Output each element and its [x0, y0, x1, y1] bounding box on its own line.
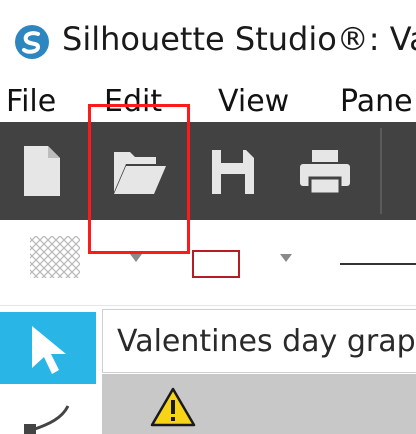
menu-panels[interactable]: Pane — [340, 84, 413, 119]
printer-icon — [300, 150, 350, 196]
edit-points-icon[interactable] — [10, 398, 80, 434]
floppy-disk-icon — [212, 150, 254, 194]
crosshatch-pattern-icon[interactable] — [24, 232, 86, 282]
line-color-dropdown-icon[interactable] — [280, 254, 292, 262]
warning-triangle-icon — [150, 387, 196, 427]
main-toolbar — [0, 122, 416, 220]
folder-open-icon — [114, 152, 166, 194]
print-button[interactable] — [292, 136, 356, 206]
silhouette-s-logo-icon — [15, 25, 49, 59]
save-button[interactable] — [200, 136, 264, 206]
file-icon — [24, 146, 60, 196]
select-tool-button[interactable] — [0, 312, 96, 384]
line-style-preview[interactable] — [340, 263, 416, 265]
document-tab-label: Valentines day grap — [117, 324, 416, 359]
open-folder-button[interactable] — [104, 136, 168, 206]
menu-view[interactable]: View — [218, 84, 289, 119]
tool-column — [0, 306, 96, 434]
fill-pattern-dropdown-icon[interactable] — [130, 254, 142, 262]
line-color-swatch[interactable] — [192, 250, 240, 278]
select-pointer-icon — [32, 326, 66, 374]
document-tab[interactable]: Valentines day grap — [102, 309, 416, 373]
style-toolbar — [0, 220, 416, 306]
canvas-area[interactable] — [102, 374, 416, 434]
menu-file[interactable]: File — [6, 84, 56, 119]
new-document-button[interactable] — [10, 136, 74, 206]
menu-bar: File Edit View Pane — [0, 82, 416, 122]
window-title: Silhouette Studio®: Va — [62, 20, 416, 58]
toolbar-separator — [380, 128, 382, 214]
menu-edit[interactable]: Edit — [104, 84, 162, 119]
title-bar: Silhouette Studio®: Va — [0, 0, 416, 82]
